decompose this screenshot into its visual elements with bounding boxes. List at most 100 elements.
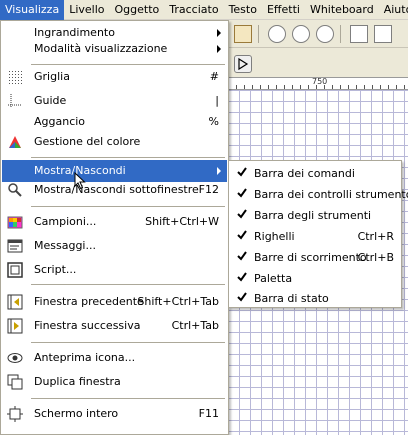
submenu-item-label: Paletta: [254, 272, 293, 285]
zoom-selection-icon[interactable]: [268, 25, 286, 43]
submenu-arrow-icon: [217, 29, 221, 37]
checkmark-icon: [237, 230, 247, 240]
fullscreen-icon: [7, 406, 23, 422]
menu-item-color-management[interactable]: Gestione del colore: [2, 131, 227, 153]
menubar-whiteboard[interactable]: Whiteboard: [305, 0, 379, 20]
submenu-item-palette[interactable]: Paletta: [230, 268, 400, 289]
menu-item-snap[interactable]: Aggancio %: [2, 111, 227, 133]
checkmark-icon: [237, 167, 247, 177]
guides-icon: [7, 93, 23, 109]
menu-item-shortcut: |: [215, 94, 219, 107]
toolbar-separator: [258, 25, 259, 43]
checkmark-icon: [237, 188, 247, 198]
submenu-item-commands-bar[interactable]: Barra dei comandi: [230, 163, 400, 184]
swatches-icon: [7, 214, 23, 230]
menu-separator: [31, 342, 225, 343]
menubar-oggetto[interactable]: Oggetto: [110, 0, 165, 20]
mouse-pointer-icon: [74, 172, 86, 190]
menu-item-grid[interactable]: Griglia #: [2, 66, 227, 88]
submenu-item-label: Barra dei comandi: [254, 167, 355, 180]
menu-item-fullscreen[interactable]: Schermo intero F11: [2, 403, 227, 425]
menu-item-show-hide-dialogs[interactable]: Mostra/Nascondi sottofinestre F12: [2, 179, 227, 201]
submenu-item-statusbar[interactable]: Barra di stato: [230, 288, 400, 309]
horizontal-ruler[interactable]: 750: [228, 77, 408, 90]
clone-icon[interactable]: [374, 25, 392, 43]
menubar-testo[interactable]: Testo: [224, 0, 262, 20]
menu-item-icon-preview[interactable]: Anteprima icona...: [2, 347, 227, 369]
menu-item-duplicate-window[interactable]: Duplica finestra: [2, 371, 227, 393]
tool-controls-toolbar: [228, 49, 408, 77]
show-hide-dialogs-icon: [7, 182, 23, 198]
submenu-item-rulers[interactable]: Righelli Ctrl+R: [230, 226, 400, 247]
checkmark-icon: [237, 251, 247, 261]
menu-separator: [31, 64, 225, 65]
zoom-drawing-icon[interactable]: [292, 25, 310, 43]
menu-item-label: Finestra precedente: [34, 295, 144, 308]
checkmark-icon: [237, 209, 247, 219]
menu-item-label: Finestra successiva: [34, 319, 141, 332]
menu-item-label: Guide: [34, 94, 67, 107]
menu-item-label: Campioni...: [34, 215, 97, 228]
grid-icon: [7, 69, 23, 85]
script-icon: [7, 262, 23, 278]
menu-item-label: Duplica finestra: [34, 375, 121, 388]
commands-toolbar: [228, 21, 408, 48]
submenu-item-scrollbars[interactable]: Barre di scorrimento Ctrl+B: [230, 247, 400, 268]
menu-item-next-window[interactable]: Finestra successiva Ctrl+Tab: [2, 315, 227, 337]
zoom-page-icon[interactable]: [316, 25, 334, 43]
duplicate-icon[interactable]: [350, 25, 368, 43]
submenu-item-tool-controls-bar[interactable]: Barra dei controlli strumento: [230, 184, 408, 205]
node-tool-icon[interactable]: [234, 55, 252, 73]
menu-item-label: Messaggi...: [34, 239, 96, 252]
menubar-visualizza[interactable]: Visualizza: [0, 0, 65, 20]
menu-item-shortcut: F12: [198, 183, 219, 196]
checkmark-icon: [237, 272, 247, 282]
menu-item-shortcut: F11: [198, 407, 219, 420]
ruler-label: 750: [312, 77, 328, 86]
menubar-aiuto[interactable]: Aiuto: [379, 0, 408, 20]
submenu-arrow-icon: [217, 167, 221, 175]
menu-item-shortcut: #: [209, 70, 219, 83]
messages-icon: [7, 238, 23, 254]
menu-item-shortcut: Shift+Ctrl+Tab: [137, 295, 219, 308]
menu-item-label: Modalità visualizzazione: [34, 42, 168, 55]
menu-item-label: Schermo intero: [34, 407, 119, 420]
view-menu: Ingrandimento Modalità visualizzazione G…: [0, 20, 229, 435]
submenu-item-label: Barra degli strumenti: [254, 209, 372, 222]
menu-item-messages[interactable]: Messaggi...: [2, 235, 227, 257]
submenu-item-label: Barre di scorrimento: [254, 251, 367, 264]
menu-item-shortcut: Shift+Ctrl+W: [145, 215, 219, 228]
submenu-item-toolbox[interactable]: Barra degli strumenti: [230, 205, 400, 226]
submenu-arrow-icon: [217, 45, 221, 53]
menu-item-label: Griglia: [34, 70, 70, 83]
menu-separator: [31, 206, 225, 207]
paste-icon[interactable]: [234, 25, 252, 43]
next-window-icon: [7, 318, 23, 334]
submenu-item-label: Barra dei controlli strumento: [254, 188, 408, 201]
menu-item-previous-window[interactable]: Finestra precedente Shift+Ctrl+Tab: [2, 291, 227, 313]
color-management-icon: [7, 134, 23, 150]
menu-item-label: Mostra/Nascondi sottofinestre: [34, 183, 199, 196]
menu-item-display-mode[interactable]: Modalità visualizzazione: [2, 38, 227, 60]
menu-item-label: Script...: [34, 263, 77, 276]
menu-bar: Visualizza Livello Oggetto Tracciato Tes…: [0, 0, 408, 20]
toolbar-separator: [340, 25, 341, 43]
menu-item-label: Anteprima icona...: [34, 351, 136, 364]
menu-item-swatches[interactable]: Campioni... Shift+Ctrl+W: [2, 211, 227, 233]
show-hide-submenu: Barra dei comandi Barra dei controlli st…: [228, 160, 408, 309]
checkmark-icon: [237, 292, 247, 302]
menubar-livello[interactable]: Livello: [64, 0, 109, 20]
menu-separator: [31, 157, 225, 158]
duplicate-window-icon: [7, 374, 23, 390]
menubar-tracciato[interactable]: Tracciato: [164, 0, 223, 20]
menu-separator: [31, 284, 225, 285]
submenu-item-label: Righelli: [254, 230, 295, 243]
submenu-item-shortcut: Ctrl+B: [357, 251, 394, 264]
menubar-effetti[interactable]: Effetti: [262, 0, 305, 20]
submenu-item-label: Barra di stato: [254, 292, 329, 305]
menu-item-label: Gestione del colore: [34, 135, 141, 148]
menu-item-script[interactable]: Script...: [2, 259, 227, 281]
previous-window-icon: [7, 294, 23, 310]
menu-item-guides[interactable]: Guide |: [2, 90, 227, 112]
menu-item-shortcut: Ctrl+Tab: [171, 319, 219, 332]
